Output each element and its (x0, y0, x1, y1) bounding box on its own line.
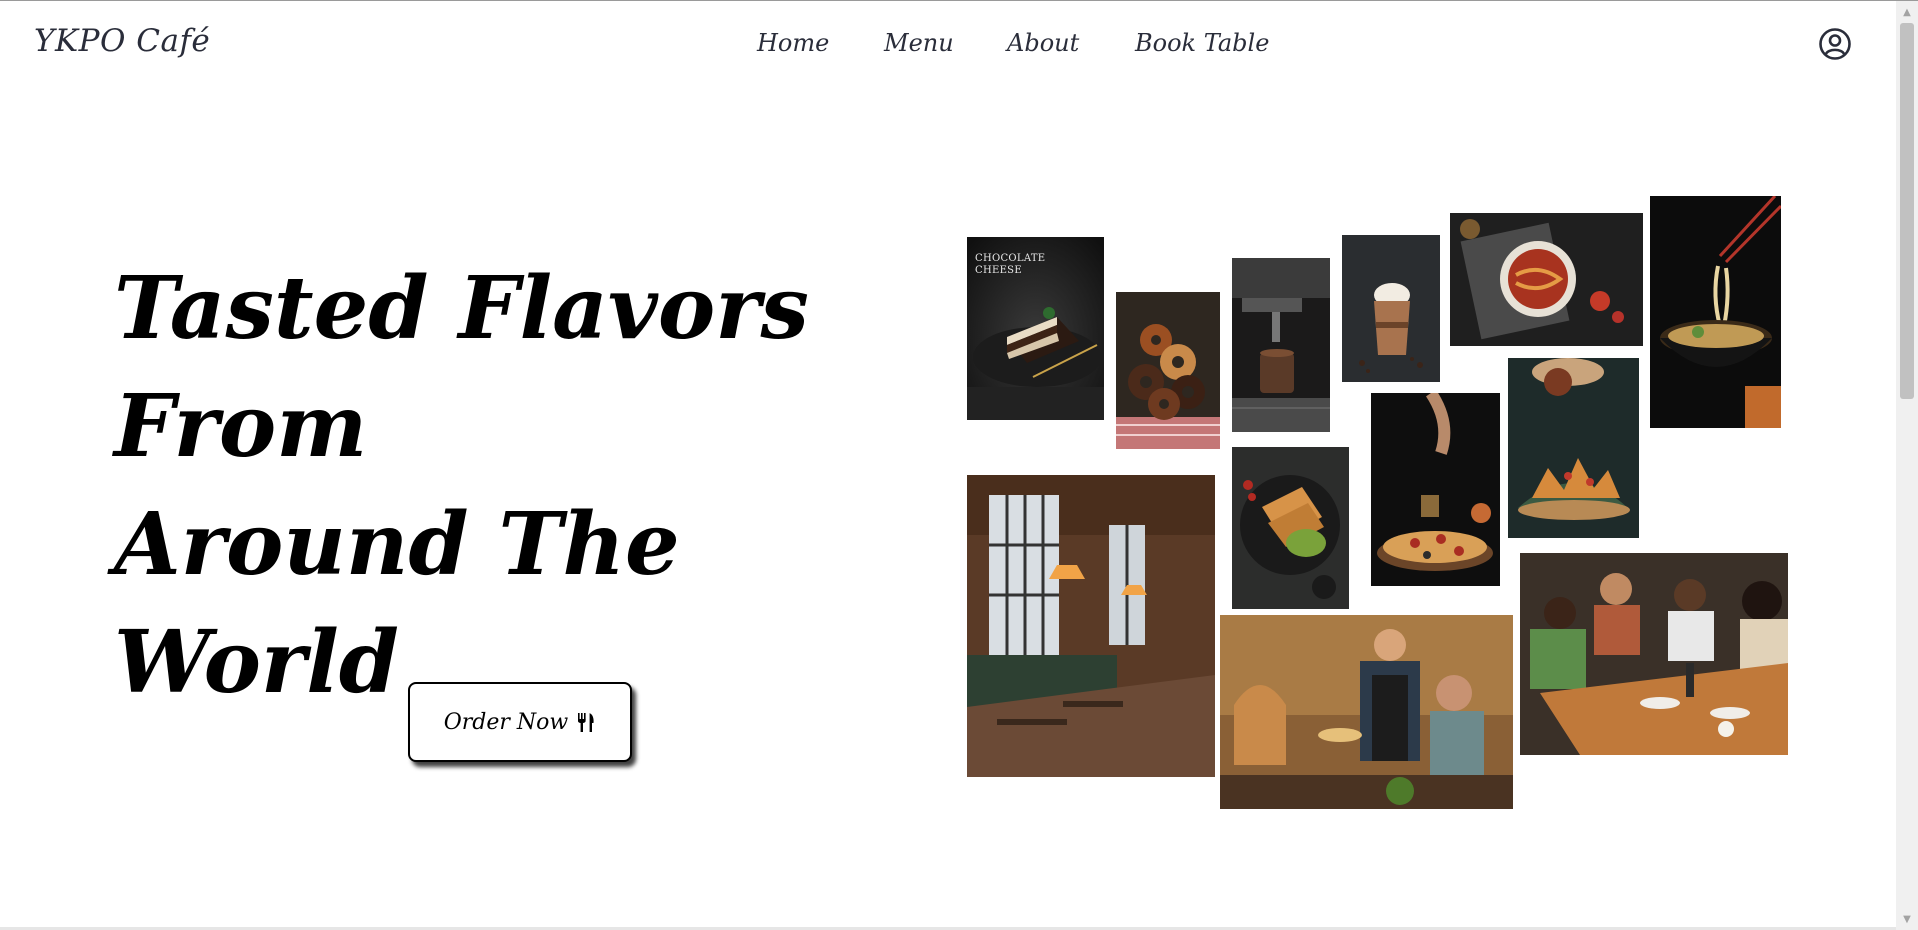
nav-item-about[interactable]: About (1007, 29, 1079, 57)
collage-image-restaurant-interior (967, 475, 1215, 777)
hero-title-line-1: Tasted Flavors From (114, 258, 809, 477)
nav-item-menu[interactable]: Menu (884, 29, 954, 57)
cake-caption: CHOCOLATE CHEESE (975, 253, 1046, 276)
collage-image-pizza (1371, 393, 1500, 586)
utensils-icon (576, 711, 596, 733)
collage-image-espresso-machine (1232, 258, 1330, 432)
nav-links: Home Menu About Book Table (0, 29, 1896, 63)
page-scrollbar[interactable]: ▲ ▼ (1896, 1, 1918, 930)
scroll-down-arrow-icon[interactable]: ▼ (1896, 908, 1918, 930)
collage-image-shrimp-pasta (1450, 213, 1643, 346)
collage-image-friends-dining (1520, 553, 1788, 755)
order-now-button[interactable]: Order Now (408, 682, 632, 762)
collage-image-chocolate-cake: CHOCOLATE CHEESE (967, 237, 1104, 420)
scroll-up-arrow-icon[interactable]: ▲ (1896, 1, 1918, 23)
hero-title: Tasted Flavors From Around The World (114, 250, 934, 722)
collage-image-iced-mocha (1342, 235, 1440, 382)
nav-item-book-table[interactable]: Book Table (1135, 29, 1269, 57)
collage-image-donuts (1116, 292, 1220, 449)
scrollbar-thumb[interactable] (1900, 23, 1914, 399)
collage-image-baklava (1232, 447, 1349, 609)
collage-image-waiter-serving (1220, 615, 1513, 809)
nav-item-home[interactable]: Home (757, 29, 829, 57)
navbar: YKPO Café Home Menu About Book Table (0, 1, 1896, 87)
collage-image-noodle-soup (1650, 196, 1781, 428)
order-now-label: Order Now (443, 709, 569, 735)
collage-image-spiced-pastry (1508, 358, 1639, 538)
user-circle-icon[interactable] (1818, 27, 1852, 61)
